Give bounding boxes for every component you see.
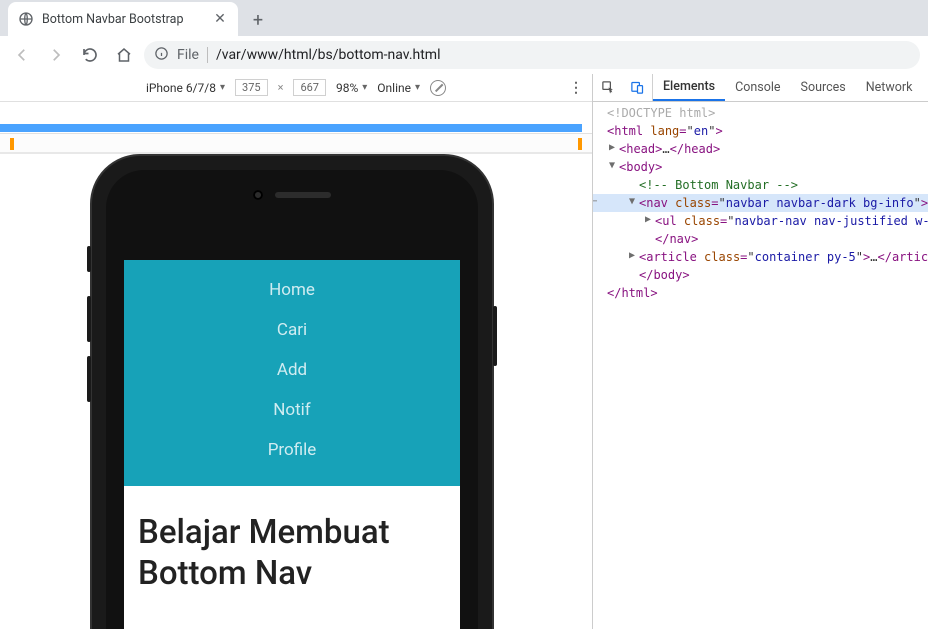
page-navbar: Home Cari Add Notif Profile — [124, 260, 460, 486]
tab-sources[interactable]: Sources — [791, 74, 856, 101]
rendered-page: Home Cari Add Notif Profile Belajar Memb… — [124, 260, 460, 629]
speaker-icon — [275, 192, 331, 198]
toggle-device-icon[interactable] — [623, 74, 653, 101]
info-icon — [154, 46, 169, 65]
url-separator — [207, 47, 208, 63]
nav-item-home[interactable]: Home — [124, 270, 460, 310]
dimension-separator: × — [278, 81, 284, 94]
inspect-element-icon[interactable] — [593, 74, 623, 101]
ruler-tick — [10, 138, 14, 150]
url-scheme: File — [177, 47, 199, 63]
ruler-tick — [578, 138, 582, 150]
browser-toolbar: File /var/www/html/bs/bottom-nav.html — [0, 36, 928, 74]
tab-elements[interactable]: Elements — [653, 74, 725, 101]
browser-tab[interactable]: Bottom Navbar Bootstrap ✕ — [8, 2, 238, 36]
devtools-panel: Elements Console Sources Network <!DOCTY… — [593, 74, 928, 629]
kebab-menu-icon[interactable]: ⋮ — [569, 80, 584, 96]
device-width-input[interactable]: 375 — [235, 79, 268, 96]
home-button[interactable] — [110, 41, 138, 69]
elements-tree[interactable]: <!DOCTYPE html><html lang="en">▶<head>…<… — [593, 102, 928, 629]
tab-title: Bottom Navbar Bootstrap — [42, 12, 204, 27]
ruler-highlight — [0, 124, 582, 132]
new-tab-button[interactable]: + — [244, 6, 272, 34]
browser-chrome: Bottom Navbar Bootstrap ✕ + File /var/ww… — [0, 0, 928, 74]
tab-network[interactable]: Network — [856, 74, 923, 101]
forward-button[interactable] — [42, 41, 70, 69]
device-toolbar: iPhone 6/7/8 375 × 667 98% Online ⋮ — [0, 74, 592, 102]
globe-icon — [18, 11, 34, 27]
throttling-select[interactable]: Online — [377, 81, 420, 95]
viewport: Home Cari Add Notif Profile Belajar Memb… — [0, 154, 592, 629]
close-icon[interactable]: ✕ — [212, 11, 228, 27]
device-emulator-pane: iPhone 6/7/8 375 × 667 98% Online ⋮ — [0, 74, 593, 629]
camera-icon — [253, 190, 263, 200]
phone-notch — [253, 190, 331, 200]
nav-item-notif[interactable]: Notif — [124, 390, 460, 430]
tab-console[interactable]: Console — [725, 74, 790, 101]
tab-strip: Bottom Navbar Bootstrap ✕ + — [0, 0, 928, 36]
nav-item-profile[interactable]: Profile — [124, 430, 460, 470]
page-article: Belajar Membuat Bottom Nav — [124, 486, 460, 621]
article-heading: Belajar Membuat Bottom Nav — [138, 512, 446, 595]
device-select[interactable]: iPhone 6/7/8 — [146, 81, 225, 95]
back-button[interactable] — [8, 41, 36, 69]
device-frame: Home Cari Add Notif Profile Belajar Memb… — [90, 154, 494, 629]
ruler — [0, 102, 592, 154]
nav-item-cari[interactable]: Cari — [124, 310, 460, 350]
zoom-select[interactable]: 98% — [336, 81, 367, 95]
rotate-icon[interactable] — [430, 80, 446, 96]
device-height-input[interactable]: 667 — [293, 79, 326, 96]
devtools-tabs: Elements Console Sources Network — [593, 74, 928, 102]
reload-button[interactable] — [76, 41, 104, 69]
url-path: /var/www/html/bs/bottom-nav.html — [216, 47, 441, 63]
nav-item-add[interactable]: Add — [124, 350, 460, 390]
address-bar[interactable]: File /var/www/html/bs/bottom-nav.html — [144, 41, 920, 69]
